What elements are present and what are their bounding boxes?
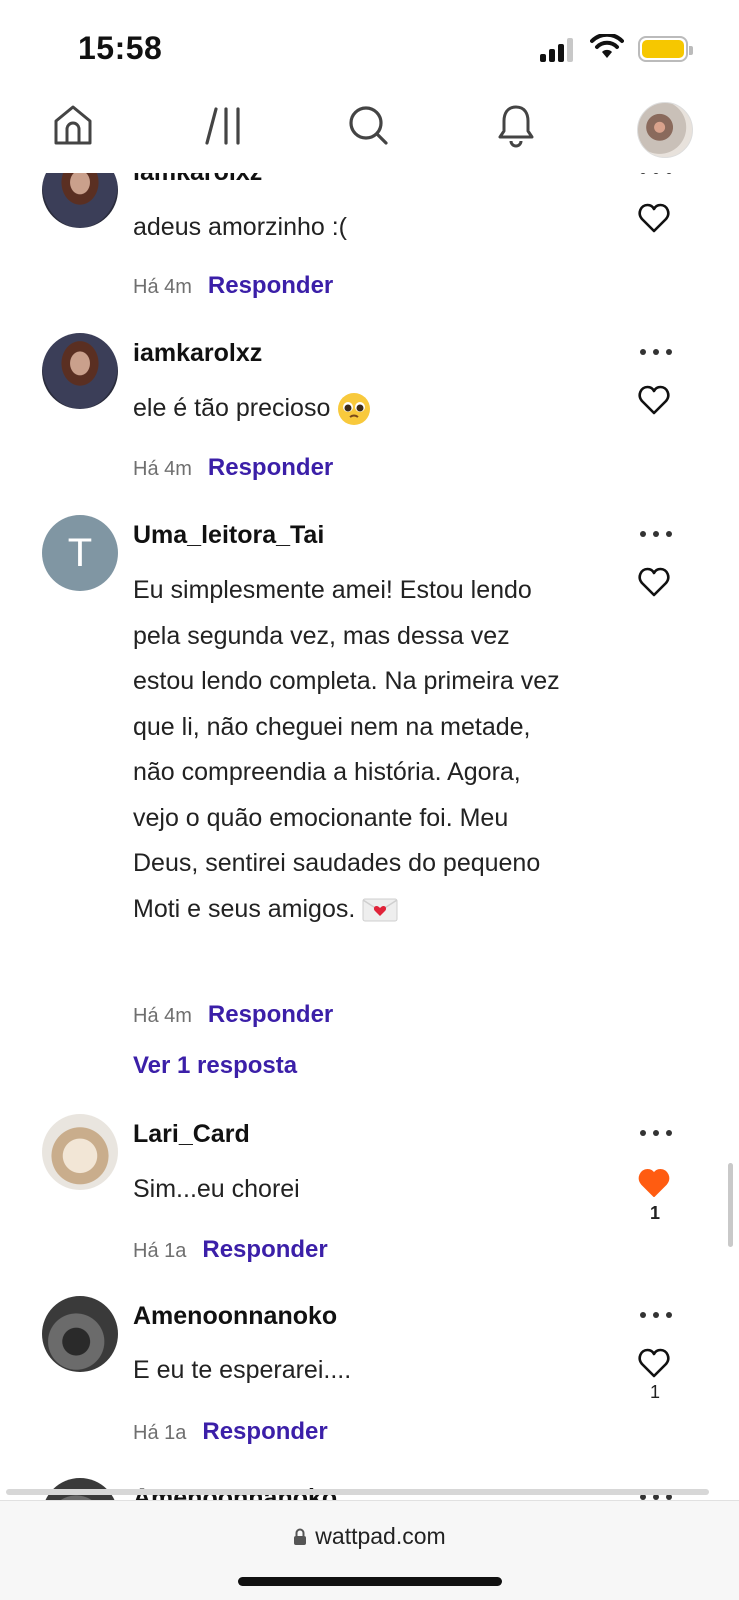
comment-timestamp: Há 4m: [133, 276, 192, 298]
heart-icon[interactable]: [638, 567, 670, 597]
reply-button[interactable]: Responder: [202, 1418, 327, 1446]
comment-text: ele é tão precioso: [133, 394, 331, 422]
reply-button[interactable]: Responder: [208, 1001, 333, 1029]
comment-meta: Há 1a Responder: [133, 1418, 328, 1446]
comment-text: Sim...eu chorei: [133, 1175, 300, 1203]
comments-feed[interactable]: iamkarolxz adeus amorzinho :( Há 4m Resp…: [0, 0, 739, 1500]
comment-text: Eu simplesmente amei! Estou lendo pela s…: [133, 576, 560, 923]
lock-icon: [294, 1528, 307, 1545]
heart-filled-icon[interactable]: [638, 1168, 670, 1198]
comment-username[interactable]: iamkarolxz: [133, 339, 262, 368]
like-count: 1: [649, 1382, 660, 1402]
bell-icon[interactable]: [496, 103, 536, 149]
status-time: 15:58: [78, 30, 163, 66]
battery-icon: [638, 36, 693, 62]
comment-meta: Há 4m Responder: [133, 1001, 333, 1029]
comment-timestamp: Há 4m: [133, 1005, 192, 1027]
love-letter-emoji: [362, 898, 398, 922]
user-avatar[interactable]: T: [42, 515, 118, 591]
url-display[interactable]: wattpad.com: [0, 1523, 739, 1550]
user-avatar[interactable]: [42, 333, 118, 409]
more-options-icon[interactable]: [640, 531, 672, 539]
heart-icon[interactable]: [638, 203, 670, 233]
more-options-icon[interactable]: [640, 1312, 672, 1320]
comment-text: E eu te esperarei....: [133, 1356, 352, 1384]
pleading-face-emoji: [338, 393, 371, 426]
search-icon[interactable]: [348, 103, 390, 147]
status-bar: 15:58: [0, 0, 739, 95]
wifi-icon: [590, 34, 624, 58]
library-icon[interactable]: [204, 103, 244, 147]
comment-username[interactable]: Uma_leitora_Tai: [133, 521, 324, 550]
comment-text-row: ele é tão precioso: [133, 386, 573, 432]
browser-toolbar-divider: [6, 1489, 709, 1495]
comment-meta: Há 1a Responder: [133, 1236, 328, 1264]
browser-bottom-bar: wattpad.com: [0, 1500, 739, 1600]
reply-button[interactable]: Responder: [208, 272, 333, 300]
url-text: wattpad.com: [315, 1523, 446, 1549]
heart-icon[interactable]: [638, 1348, 670, 1378]
comment-timestamp: Há 4m: [133, 458, 192, 480]
scrollbar-thumb[interactable]: [728, 1163, 733, 1247]
comment-meta: Há 4m Responder: [133, 272, 333, 300]
user-avatar[interactable]: [42, 1296, 118, 1372]
comment-text: adeus amorzinho :(: [133, 213, 348, 241]
comment-text-row: Eu simplesmente amei! Estou lendo pela s…: [133, 568, 573, 932]
more-options-icon[interactable]: [640, 349, 672, 357]
heart-icon[interactable]: [638, 385, 670, 415]
view-replies-link[interactable]: Ver 1 resposta: [133, 1052, 297, 1080]
profile-avatar[interactable]: [637, 102, 693, 158]
like-count: 1: [649, 1203, 660, 1223]
reply-button[interactable]: Responder: [208, 454, 333, 482]
comment-meta: Há 4m Responder: [133, 454, 333, 482]
top-navigation: [0, 95, 739, 173]
comment-timestamp: Há 1a: [133, 1422, 187, 1444]
cellular-signal-icon: [540, 38, 576, 62]
user-avatar[interactable]: [42, 1114, 118, 1190]
more-options-icon[interactable]: [640, 1130, 672, 1138]
comment-timestamp: Há 1a: [133, 1240, 187, 1262]
reply-button[interactable]: Responder: [202, 1236, 327, 1264]
comment-username[interactable]: Lari_Card: [133, 1120, 250, 1149]
home-icon[interactable]: [53, 103, 93, 147]
home-indicator[interactable]: [238, 1577, 502, 1586]
comment-username[interactable]: Amenoonnanoko: [133, 1302, 337, 1331]
